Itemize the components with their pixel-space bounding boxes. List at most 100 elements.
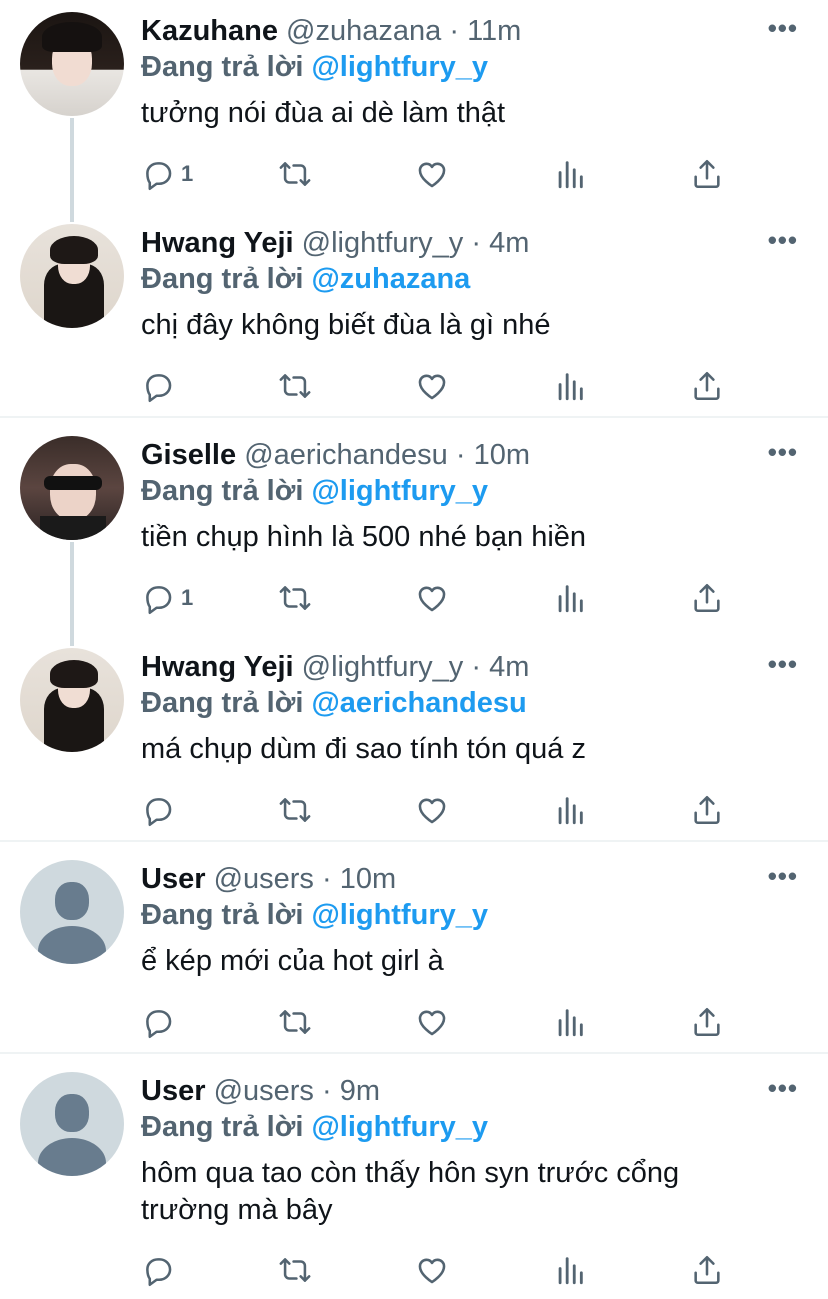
analytics-icon — [553, 1253, 587, 1287]
retweet-button[interactable] — [278, 366, 312, 406]
analytics-button[interactable] — [553, 154, 587, 194]
timestamp[interactable]: 4m — [489, 227, 529, 259]
retweet-button[interactable] — [278, 154, 312, 194]
tweet-text: ể kép mới của hot girl à — [141, 945, 444, 977]
tweet-header: User @users · 9m — [141, 1074, 380, 1108]
replying-to: Đang trả lời @aerichandesu — [141, 686, 527, 720]
share-button[interactable] — [690, 1250, 724, 1290]
analytics-icon — [553, 793, 587, 827]
retweet-icon — [278, 1005, 312, 1039]
like-button[interactable] — [415, 1250, 449, 1290]
tweet[interactable]: Kazuhane @zuhazana · 11m ••• Đang trả lờ… — [0, 12, 828, 212]
tweet[interactable]: Hwang Yeji @lightfury_y · 4m ••• Đang tr… — [0, 648, 828, 838]
more-icon[interactable]: ••• — [768, 227, 798, 253]
divider — [0, 840, 828, 842]
display-name[interactable]: User — [141, 863, 206, 895]
default-avatar[interactable] — [20, 860, 124, 964]
timestamp[interactable]: 4m — [489, 651, 529, 683]
retweet-button[interactable] — [278, 578, 312, 618]
avatar[interactable] — [20, 648, 124, 752]
retweet-button[interactable] — [278, 1250, 312, 1290]
user-handle[interactable]: @zuhazana — [286, 15, 441, 47]
share-button[interactable] — [690, 366, 724, 406]
analytics-button[interactable] — [553, 1002, 587, 1042]
analytics-button[interactable] — [553, 790, 587, 830]
replying-label: Đang trả lời — [141, 263, 304, 295]
reply-icon — [141, 369, 175, 403]
timestamp[interactable]: 10m — [340, 863, 396, 895]
replying-to: Đang trả lời @lightfury_y — [141, 474, 488, 508]
share-icon — [690, 793, 724, 827]
user-handle[interactable]: @users — [214, 1075, 314, 1107]
display-name[interactable]: Kazuhane — [141, 15, 278, 47]
share-button[interactable] — [690, 790, 724, 830]
more-icon[interactable]: ••• — [768, 863, 798, 889]
mention-link[interactable]: @lightfury_y — [311, 899, 488, 931]
share-button[interactable] — [690, 154, 724, 194]
reply-button[interactable] — [141, 1250, 181, 1290]
more-icon[interactable]: ••• — [768, 651, 798, 677]
display-name[interactable]: Hwang Yeji — [141, 227, 294, 259]
mention-link[interactable]: @lightfury_y — [311, 1111, 488, 1143]
tweet[interactable]: Giselle @aerichandesu · 10m ••• Đang trả… — [0, 436, 828, 636]
default-avatar[interactable] — [20, 1072, 124, 1176]
user-handle[interactable]: @aerichandesu — [244, 439, 448, 471]
share-icon — [690, 581, 724, 615]
reply-button[interactable] — [141, 366, 181, 406]
like-icon — [415, 1253, 449, 1287]
timestamp[interactable]: 9m — [340, 1075, 380, 1107]
like-button[interactable] — [415, 1002, 449, 1042]
display-name[interactable]: User — [141, 1075, 206, 1107]
like-icon — [415, 369, 449, 403]
timestamp[interactable]: 10m — [474, 439, 530, 471]
replying-label: Đang trả lời — [141, 1111, 304, 1143]
share-button[interactable] — [690, 1002, 724, 1042]
avatar[interactable] — [20, 12, 124, 116]
display-name[interactable]: Hwang Yeji — [141, 651, 294, 683]
avatar[interactable] — [20, 224, 124, 328]
tweet[interactable]: User @users · 10m ••• Đang trả lời @ligh… — [0, 860, 828, 1050]
reply-button[interactable] — [141, 1002, 181, 1042]
avatar[interactable] — [20, 436, 124, 540]
tweet[interactable]: Hwang Yeji @lightfury_y · 4m ••• Đang tr… — [0, 224, 828, 414]
user-handle[interactable]: @lightfury_y — [302, 227, 464, 259]
share-button[interactable] — [690, 578, 724, 618]
mention-link[interactable]: @aerichandesu — [311, 687, 526, 719]
tweet[interactable]: User @users · 9m ••• Đang trả lời @light… — [0, 1072, 828, 1297]
retweet-icon — [278, 369, 312, 403]
like-button[interactable] — [415, 790, 449, 830]
timestamp[interactable]: 11m — [467, 15, 521, 47]
like-button[interactable] — [415, 366, 449, 406]
retweet-button[interactable] — [278, 1002, 312, 1042]
separator-dot: · — [471, 651, 481, 683]
user-handle[interactable]: @lightfury_y — [302, 651, 464, 683]
mention-link[interactable]: @lightfury_y — [311, 475, 488, 507]
reply-count: 1 — [181, 161, 194, 186]
display-name[interactable]: Giselle — [141, 439, 236, 471]
tweet-header: Hwang Yeji @lightfury_y · 4m — [141, 226, 529, 260]
separator-dot: · — [321, 1075, 332, 1107]
share-icon — [690, 157, 724, 191]
reply-count: 1 — [181, 585, 194, 610]
more-icon[interactable]: ••• — [768, 439, 798, 465]
analytics-button[interactable] — [553, 1250, 587, 1290]
reply-button[interactable]: 1 — [141, 578, 193, 618]
more-icon[interactable]: ••• — [768, 1075, 798, 1101]
user-handle[interactable]: @users — [214, 863, 314, 895]
like-icon — [415, 793, 449, 827]
like-icon — [415, 157, 449, 191]
like-button[interactable] — [415, 578, 449, 618]
reply-button[interactable] — [141, 790, 181, 830]
retweet-icon — [278, 157, 312, 191]
mention-link[interactable]: @zuhazana — [311, 263, 470, 295]
action-bar — [0, 366, 828, 406]
analytics-button[interactable] — [553, 366, 587, 406]
retweet-button[interactable] — [278, 790, 312, 830]
reply-button[interactable]: 1 — [141, 154, 193, 194]
like-button[interactable] — [415, 154, 449, 194]
analytics-button[interactable] — [553, 578, 587, 618]
replying-to: Đang trả lời @lightfury_y — [141, 50, 488, 84]
mention-link[interactable]: @lightfury_y — [311, 51, 488, 83]
tweet-text: hôm qua tao còn thấy hôn syn trước cổng … — [141, 1157, 680, 1226]
more-icon[interactable]: ••• — [768, 15, 798, 41]
